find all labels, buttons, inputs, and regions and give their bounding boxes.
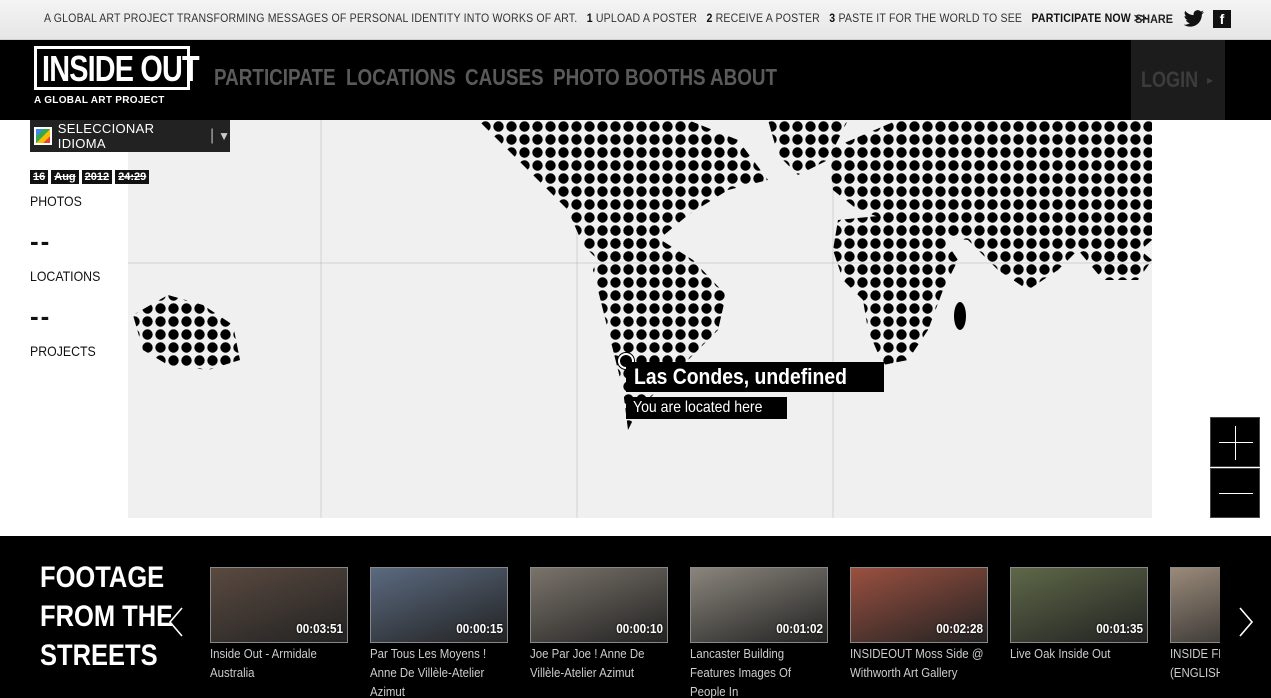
video-caption[interactable]: INSIDE FR PROJECT (ENGLISH xyxy=(1170,644,1220,682)
video-preview-image[interactable]: 00:00:10 xyxy=(530,567,668,643)
chevron-right-icon: ▸ xyxy=(1206,73,1213,87)
location-title: Las Condes, undefined xyxy=(626,362,885,392)
video-duration: 00:00:10 xyxy=(616,621,663,636)
halftone-continents xyxy=(133,120,1152,430)
video-thumbnail[interactable]: 00:01:02 Lancaster Building Features Imag… xyxy=(690,567,828,698)
video-caption[interactable]: Inside Out - Armidale Australia xyxy=(210,644,347,682)
continent-madagascar xyxy=(954,302,966,330)
step-1-number: 1 xyxy=(586,11,593,25)
location-subtitle-text: You are located here xyxy=(633,399,763,416)
step-1-text: UPLOAD A POSTER xyxy=(595,11,698,25)
location-subtitle: You are located here xyxy=(626,397,788,419)
projects-value: -- xyxy=(30,301,52,331)
video-preview-image[interactable]: 00:01:02 xyxy=(690,567,828,643)
step-2-number: 2 xyxy=(706,11,713,25)
video-caption[interactable]: Live Oak Inside Out xyxy=(1010,644,1147,663)
step-3-text: PASTE IT FOR THE WORLD TO SEE xyxy=(838,11,1023,25)
video-preview-image[interactable]: 00:03:51 xyxy=(210,567,348,643)
google-translate-icon xyxy=(34,127,52,145)
share-area: SHARE f xyxy=(1133,10,1231,28)
nav-photo-booths[interactable]: PHOTO BOOTHS xyxy=(553,64,706,91)
continent-africa xyxy=(833,215,958,365)
video-duration: 00:01:35 xyxy=(1096,621,1143,636)
logo-box: INSIDE OUT xyxy=(34,46,200,90)
video-preview-image[interactable]: 00:02:28 xyxy=(850,567,988,643)
login-button[interactable]: LOGIN ▸ xyxy=(1131,40,1225,120)
video-caption[interactable]: Lancaster Building Features Images Of Pe… xyxy=(690,644,827,698)
inside-out-logo[interactable]: INSIDE OUT A GLOBAL ART PROJECT xyxy=(34,46,200,106)
zoom-out-button[interactable] xyxy=(1210,468,1260,518)
date-year: 2012 xyxy=(81,170,113,184)
next-arrow-icon[interactable] xyxy=(1236,604,1256,640)
video-preview-image[interactable]: 00:00:15 xyxy=(370,567,508,643)
date-month: Aug xyxy=(51,170,79,184)
world-map[interactable] xyxy=(128,120,1152,518)
video-thumbnail[interactable]: INSIDE FR PROJECT (ENGLISH xyxy=(1170,567,1220,682)
footage-title-line: FROM THE xyxy=(40,600,174,633)
video-duration: 00:00:15 xyxy=(456,621,503,636)
nav-about[interactable]: ABOUT xyxy=(710,64,777,91)
date-counter: 16 Aug 2012 24:29 xyxy=(30,170,150,184)
nav-locations[interactable]: LOCATIONS xyxy=(346,64,456,91)
tagline: A GLOBAL ART PROJECT TRANSFORMING MESSAG… xyxy=(44,11,1147,25)
video-preview-image[interactable]: 00:01:35 xyxy=(1010,567,1148,643)
footage-title-line: FOOTAGE xyxy=(40,561,165,594)
projects-label: PROJECTS xyxy=(30,343,96,359)
video-duration: 00:03:51 xyxy=(296,621,343,636)
video-thumbnail[interactable]: 00:02:28 INSIDEOUT Moss Side @ Withworth … xyxy=(850,567,988,682)
video-thumbnail[interactable]: 00:01:35 Live Oak Inside Out xyxy=(1010,567,1148,663)
step-2-text: RECEIVE A POSTER xyxy=(715,11,820,25)
nav-causes[interactable]: CAUSES xyxy=(465,64,544,91)
locations-value: -- xyxy=(30,226,52,256)
locations-label: LOCATIONS xyxy=(30,268,101,284)
video-preview-image[interactable] xyxy=(1170,567,1220,643)
video-duration: 00:02:28 xyxy=(936,621,983,636)
logo-wordmark: INSIDE OUT xyxy=(42,48,200,89)
video-thumbnail[interactable]: 00:00:15 Par Tous Les Moyens ! Anne De Vi… xyxy=(370,567,508,698)
caret-down-icon: ▼ xyxy=(218,129,230,143)
nav-participate[interactable]: PARTICIPATE xyxy=(214,64,336,91)
footage-title-line: STREETS xyxy=(40,639,158,672)
main-nav: PARTICIPATE LOCATIONS CAUSES PHOTO BOOTH… xyxy=(214,64,790,91)
step-3-number: 3 xyxy=(829,11,836,25)
video-caption[interactable]: INSIDEOUT Moss Side @ Withworth Art Gall… xyxy=(850,644,987,682)
footage-strip: FOOTAGE FROM THE STREETS 00:03:51 Inside … xyxy=(0,536,1271,698)
logo-subtitle: A GLOBAL ART PROJECT xyxy=(34,95,165,106)
language-label: SELECCIONAR IDIOMA xyxy=(57,121,155,151)
date-day: 16 xyxy=(30,170,49,184)
video-thumbnail[interactable]: 00:03:51 Inside Out - Armidale Australia xyxy=(210,567,348,682)
top-info-bar: A GLOBAL ART PROJECT TRANSFORMING MESSAG… xyxy=(0,0,1271,40)
participate-now-link[interactable]: PARTICIPATE NOW >> xyxy=(1031,11,1146,25)
footage-title: FOOTAGE FROM THE STREETS xyxy=(40,558,173,675)
language-separator: | xyxy=(209,127,215,144)
zoom-in-button[interactable] xyxy=(1210,417,1260,467)
video-caption[interactable]: Par Tous Les Moyens ! Anne De Villèle-At… xyxy=(370,644,507,698)
main-header: INSIDE OUT A GLOBAL ART PROJECT PARTICIP… xyxy=(0,40,1271,120)
facebook-icon[interactable]: f xyxy=(1213,10,1231,28)
login-label: LOGIN xyxy=(1141,67,1199,92)
continent-australia xyxy=(133,295,240,370)
video-carousel: 00:03:51 Inside Out - Armidale Australia 0… xyxy=(210,567,1220,698)
tagline-text: A GLOBAL ART PROJECT TRANSFORMING MESSAG… xyxy=(44,11,578,25)
share-label: SHARE xyxy=(1135,12,1173,26)
location-title-text: Las Condes, undefined xyxy=(634,364,847,389)
video-thumbnail[interactable]: 00:00:10 Joe Par Joe ! Anne De Villèle-At… xyxy=(530,567,668,682)
photos-label: PHOTOS xyxy=(30,193,82,209)
previous-arrow-icon[interactable] xyxy=(166,604,186,640)
video-caption[interactable]: Joe Par Joe ! Anne De Villèle-Atelier Az… xyxy=(530,644,667,682)
video-duration: 00:01:02 xyxy=(776,621,823,636)
language-selector[interactable]: SELECCIONAR IDIOMA | ▼ xyxy=(30,120,230,152)
date-time: 24:29 xyxy=(115,170,150,184)
twitter-icon[interactable] xyxy=(1183,10,1205,28)
